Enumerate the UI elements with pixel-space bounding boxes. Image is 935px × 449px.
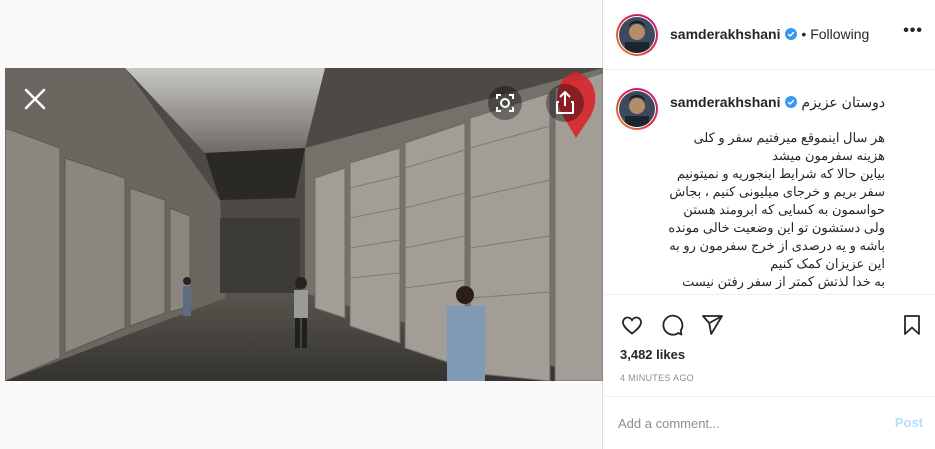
likes-count[interactable]: 3,482 likes	[620, 347, 685, 362]
lens-icon[interactable]	[488, 86, 522, 120]
username[interactable]: samderakhshani	[670, 26, 781, 42]
comment-input[interactable]	[618, 411, 878, 435]
bookmark-icon[interactable]	[900, 313, 924, 337]
media-column	[0, 0, 603, 449]
post-sidebar: samderakhshani • Following ••• samderakh…	[604, 0, 935, 449]
post-comment-button[interactable]: Post	[895, 415, 923, 430]
heart-icon[interactable]	[620, 313, 644, 337]
post-actions: 3,482 likes 4 MINUTES AGO	[604, 294, 935, 404]
comment-bar: Post	[604, 396, 935, 449]
follow-status[interactable]: • Following	[801, 26, 869, 42]
verified-icon	[784, 96, 797, 108]
caption-title: دوستان عزیزم	[801, 94, 886, 110]
close-icon[interactable]	[22, 86, 48, 112]
avatar[interactable]	[616, 14, 658, 56]
more-options-button[interactable]: •••	[903, 22, 923, 40]
post-modal: samderakhshani • Following ••• samderakh…	[0, 0, 935, 449]
post-header: samderakhshani • Following •••	[604, 0, 935, 70]
post-timestamp[interactable]: 4 MINUTES AGO	[620, 373, 694, 383]
comment-icon[interactable]	[660, 313, 684, 337]
share-icon[interactable]	[546, 84, 584, 122]
caption: samderakhshani دوستان عزیزم هر سال اینمو…	[604, 72, 935, 294]
caption-avatar[interactable]	[616, 88, 658, 130]
caption-username[interactable]: samderakhshani	[670, 94, 781, 110]
verified-icon	[784, 28, 797, 40]
send-icon[interactable]	[700, 313, 724, 337]
caption-body: هر سال اینموقع میرفتیم سفر و کلی هزینه س…	[668, 130, 885, 289]
